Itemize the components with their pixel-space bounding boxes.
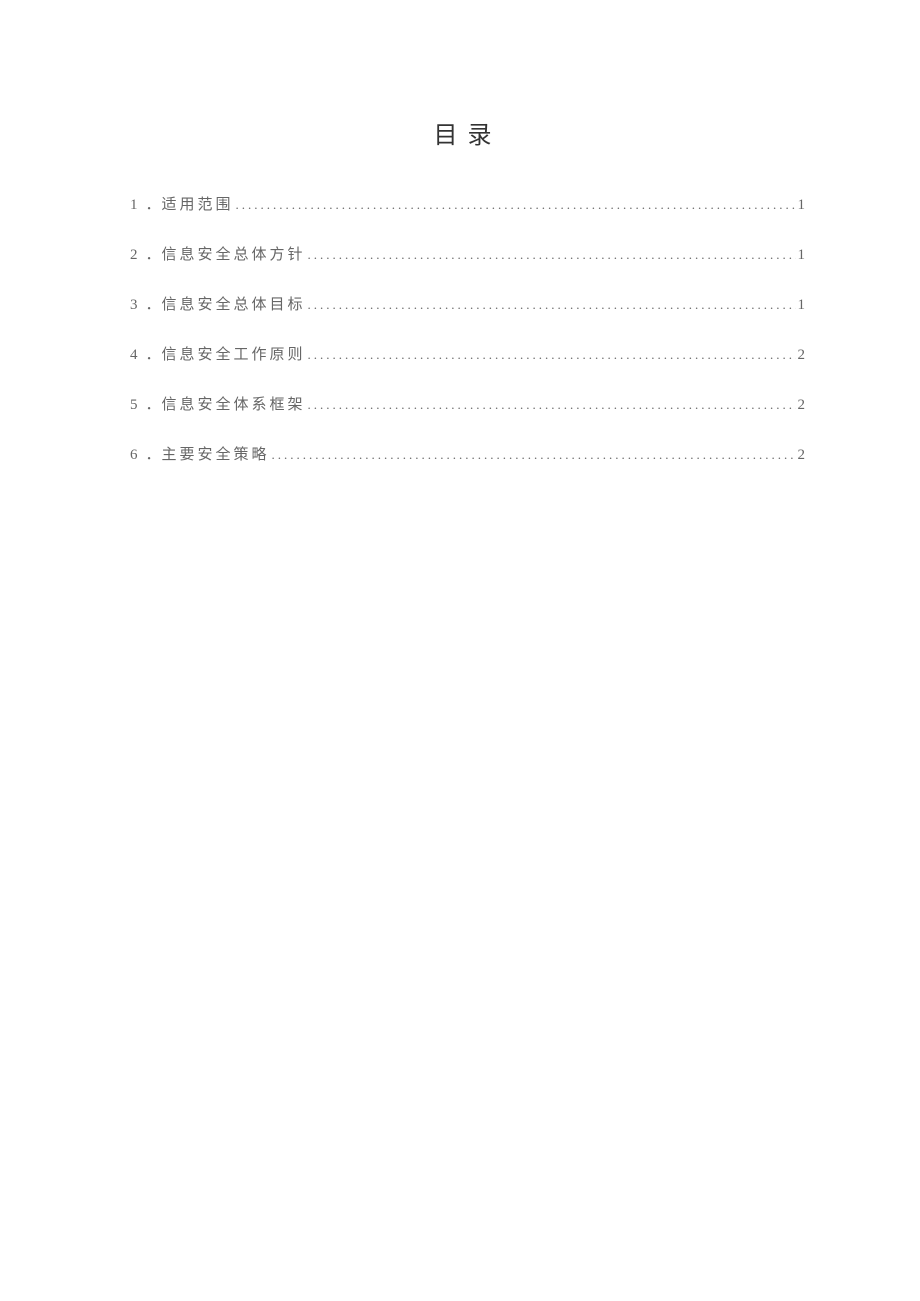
toc-entry-number: 2 <box>130 245 146 266</box>
toc-entry-separator: ． <box>146 195 162 216</box>
toc-entry-separator: ． <box>146 295 162 316</box>
document-page: 目录 1 ． 适用范围 1 2 ． 信息安全总体方针 1 3 ． 信息安全总体目… <box>0 0 920 466</box>
toc-entry-label: 信息安全总体目标 <box>162 295 306 316</box>
toc-leader-dots <box>234 196 796 214</box>
toc-leader-dots <box>270 446 796 464</box>
toc-entry-label: 信息安全总体方针 <box>162 245 306 266</box>
toc-title: 目录 <box>130 115 805 150</box>
toc-entry-number: 4 <box>130 345 146 366</box>
toc-entry-page: 2 <box>796 345 806 366</box>
toc-entry-page: 1 <box>796 195 806 216</box>
toc-leader-dots <box>306 246 796 264</box>
toc-entry-number: 5 <box>130 395 146 416</box>
toc-entry-page: 2 <box>796 395 806 416</box>
toc-entry-number: 6 <box>130 445 146 466</box>
toc-entry: 2 ． 信息安全总体方针 1 <box>130 245 805 266</box>
table-of-contents: 1 ． 适用范围 1 2 ． 信息安全总体方针 1 3 ． 信息安全总体目标 1… <box>130 195 805 466</box>
toc-entry-number: 1 <box>130 195 146 216</box>
toc-entry-page: 1 <box>796 245 806 266</box>
toc-leader-dots <box>306 396 796 414</box>
toc-leader-dots <box>306 296 796 314</box>
toc-entry-label: 信息安全体系框架 <box>162 395 306 416</box>
toc-entry-label: 适用范围 <box>162 195 234 216</box>
toc-entry-number: 3 <box>130 295 146 316</box>
toc-entry-separator: ． <box>146 445 162 466</box>
toc-entry: 3 ． 信息安全总体目标 1 <box>130 295 805 316</box>
toc-entry-label: 主要安全策略 <box>162 445 270 466</box>
toc-entry: 5 ． 信息安全体系框架 2 <box>130 395 805 416</box>
toc-entry-separator: ． <box>146 245 162 266</box>
toc-entry-label: 信息安全工作原则 <box>162 345 306 366</box>
toc-entry-page: 1 <box>796 295 806 316</box>
toc-entry-separator: ． <box>146 395 162 416</box>
toc-entry: 1 ． 适用范围 1 <box>130 195 805 216</box>
toc-entry-page: 2 <box>796 445 806 466</box>
toc-entry-separator: ． <box>146 345 162 366</box>
toc-entry: 4 ． 信息安全工作原则 2 <box>130 345 805 366</box>
toc-entry: 6 ． 主要安全策略 2 <box>130 445 805 466</box>
toc-leader-dots <box>306 346 796 364</box>
